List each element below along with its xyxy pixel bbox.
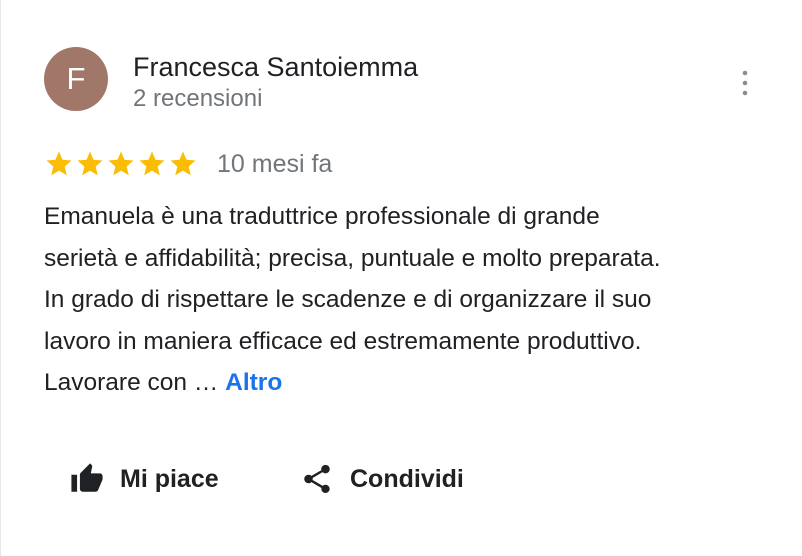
share-button[interactable]: Condividi: [298, 456, 464, 502]
star-icon: [108, 151, 134, 176]
star-icon: [170, 151, 196, 176]
review-text-line: serietà e affidabilità; precisa, puntual…: [44, 244, 661, 272]
review-text-line: Emanuela è una traduttrice professionale…: [44, 203, 600, 230]
star-icon: [77, 151, 103, 176]
review-count[interactable]: 2 recensioni: [133, 84, 262, 114]
review-text-line-last: Lavorare con … Altro: [44, 362, 661, 404]
review-text: Emanuela è una traduttrice professionale…: [44, 196, 661, 404]
review-date: 10 mesi fa: [217, 150, 333, 178]
review-text-line: In grado di rispettare le scadenze e di …: [44, 286, 652, 313]
like-label: Mi piace: [120, 464, 219, 493]
more-link[interactable]: Altro: [225, 369, 282, 396]
more-vert-icon: [742, 70, 748, 96]
star-rating: [44, 149, 199, 179]
thumb-up-icon: [68, 460, 106, 498]
star-icon: [139, 151, 165, 176]
reviewer-name[interactable]: Francesca Santoiemma: [133, 50, 418, 84]
review-text-truncated: Lavorare con …: [44, 369, 226, 396]
review-text-line: lavoro in maniera efficace ed estremamen…: [44, 327, 642, 355]
like-button[interactable]: Mi piace: [68, 456, 219, 502]
card-edge: [0, 0, 1, 556]
star-icon: [46, 151, 72, 176]
avatar[interactable]: F: [44, 47, 108, 111]
share-icon: [298, 460, 336, 498]
more-options-button[interactable]: [730, 66, 760, 100]
share-label: Condividi: [350, 464, 464, 493]
